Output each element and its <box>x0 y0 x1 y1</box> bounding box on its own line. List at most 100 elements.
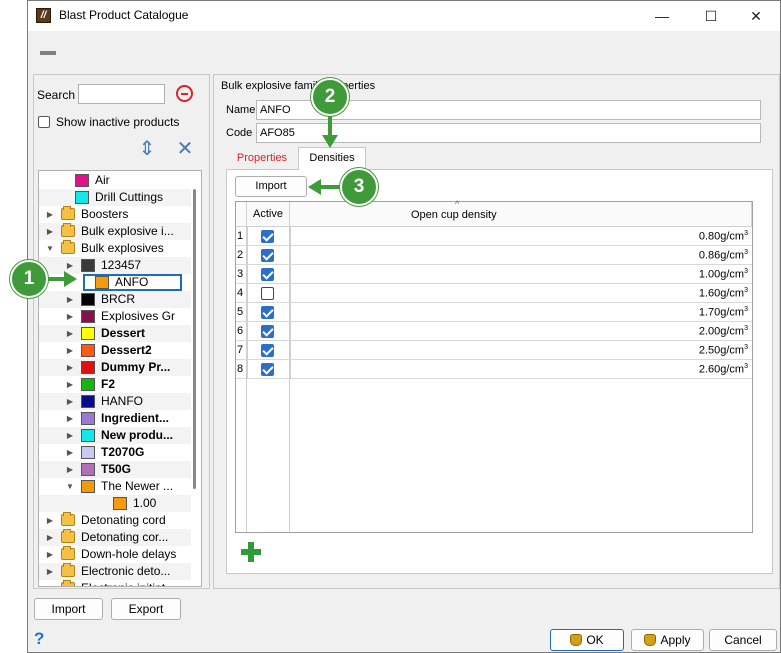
density-unit-exponent: 3 <box>744 268 748 275</box>
density-row[interactable]: 4 1.60g/cm3 <box>236 284 752 303</box>
open-cup-density-value[interactable]: 2.50g/cm3 <box>699 344 748 357</box>
collapsed-arrow-icon[interactable]: ▶ <box>65 393 75 410</box>
collapse-all-icon[interactable]: ✕ <box>174 136 196 162</box>
open-cup-density-value[interactable]: 2.60g/cm3 <box>699 363 748 376</box>
collapsed-arrow-icon[interactable]: ▶ <box>45 512 55 529</box>
tree-item[interactable]: ▶ Bulk explosive i... <box>39 223 191 240</box>
tree-item[interactable]: ▶ BRCR <box>39 291 191 308</box>
active-checkbox[interactable] <box>261 363 274 376</box>
collapsed-arrow-icon[interactable]: ▶ <box>65 359 75 376</box>
clear-search-icon[interactable] <box>176 85 193 102</box>
tree-item[interactable]: ▶ New produ... <box>39 427 191 444</box>
collapsed-arrow-icon[interactable]: ▶ <box>65 342 75 359</box>
collapsed-arrow-icon[interactable]: ▶ <box>65 291 75 308</box>
collapsed-arrow-icon[interactable]: ▶ <box>65 325 75 342</box>
density-row[interactable]: 1 0.80g/cm3 <box>236 227 752 246</box>
tab-densities[interactable]: Densities <box>298 147 366 170</box>
tree-item[interactable]: ▶ T50G <box>39 461 191 478</box>
active-checkbox[interactable] <box>261 344 274 357</box>
active-checkbox[interactable] <box>261 306 274 319</box>
expanded-arrow-icon[interactable]: ▼ <box>65 478 75 495</box>
active-checkbox[interactable] <box>261 287 274 300</box>
tree-item[interactable]: ▼ The Newer ... <box>39 478 191 495</box>
collapsed-arrow-icon[interactable]: ▶ <box>45 546 55 563</box>
color-swatch-icon <box>81 463 95 476</box>
folder-icon <box>61 563 75 577</box>
show-inactive-label: Show inactive products <box>56 115 180 129</box>
tree-item[interactable]: Drill Cuttings <box>39 189 191 206</box>
tree-item[interactable]: ▶ F2 <box>39 376 191 393</box>
product-tree[interactable]: Air Drill Cuttings ▶ Boosters ▶ Bulk explosiv… <box>38 170 202 587</box>
cancel-button[interactable]: Cancel <box>709 629 777 651</box>
collapsed-arrow-icon[interactable]: ▶ <box>65 410 75 427</box>
density-row[interactable]: 7 2.50g/cm3 <box>236 341 752 360</box>
active-checkbox[interactable] <box>261 325 274 338</box>
tree-item[interactable]: ▶ Electronic initiat... <box>39 580 191 586</box>
density-row[interactable]: 2 0.86g/cm3 <box>236 246 752 265</box>
add-density-icon[interactable] <box>241 542 261 562</box>
tree-item[interactable]: ▶ Dummy Pr... <box>39 359 191 376</box>
row-number: 8 <box>237 363 244 375</box>
tree-scrollbar[interactable] <box>193 189 196 489</box>
help-icon[interactable]: ? <box>34 629 44 649</box>
collapse-panel-handle[interactable] <box>40 51 56 55</box>
tree-item-label: Down-hole delays <box>81 547 177 561</box>
active-checkbox[interactable] <box>261 249 274 262</box>
collapsed-arrow-icon[interactable]: ▶ <box>65 376 75 393</box>
tree-item[interactable]: ▶ HANFO <box>39 393 191 410</box>
minimize-button[interactable]: — <box>640 3 684 29</box>
density-row[interactable]: 8 2.60g/cm3 <box>236 360 752 379</box>
expanded-arrow-icon[interactable]: ▼ <box>45 240 55 257</box>
collapsed-arrow-icon[interactable]: ▶ <box>45 580 55 586</box>
active-checkbox[interactable] <box>261 268 274 281</box>
collapsed-arrow-icon[interactable]: ▶ <box>65 461 75 478</box>
open-cup-density-value[interactable]: 0.86g/cm3 <box>699 249 748 262</box>
collapsed-arrow-icon[interactable]: ▶ <box>65 427 75 444</box>
collapsed-arrow-icon[interactable]: ▶ <box>65 444 75 461</box>
tree-item[interactable]: ▶ Boosters <box>39 206 191 223</box>
import-densities-button[interactable]: Import <box>235 176 307 197</box>
color-swatch-icon <box>81 378 95 391</box>
column-header-active[interactable]: Active <box>247 202 290 227</box>
collapsed-arrow-icon[interactable]: ▶ <box>45 529 55 546</box>
collapsed-arrow-icon[interactable]: ▶ <box>65 308 75 325</box>
import-products-button[interactable]: Import <box>34 598 103 620</box>
open-cup-density-value[interactable]: 1.60g/cm3 <box>699 287 748 300</box>
export-products-button[interactable]: Export <box>111 598 181 620</box>
tree-item[interactable]: ▶ Detonating cord <box>39 512 191 529</box>
density-row[interactable]: 5 1.70g/cm3 <box>236 303 752 322</box>
maximize-button[interactable]: ☐ <box>689 3 733 29</box>
tree-item[interactable]: ▶ Electronic deto... <box>39 563 191 580</box>
open-cup-density-value[interactable]: 0.80g/cm3 <box>699 230 748 243</box>
ok-button[interactable]: OK <box>550 629 624 651</box>
tree-item[interactable]: 1.00 <box>39 495 191 512</box>
folder-icon <box>61 580 75 586</box>
density-row[interactable]: 6 2.00g/cm3 <box>236 322 752 341</box>
tree-item[interactable]: ▶ T2070G <box>39 444 191 461</box>
density-row[interactable]: 3 1.00g/cm3 <box>236 265 752 284</box>
search-input[interactable] <box>78 84 165 104</box>
tab-properties[interactable]: Properties <box>231 148 293 169</box>
open-cup-density-value[interactable]: 1.70g/cm3 <box>699 306 748 319</box>
collapsed-arrow-icon[interactable]: ▶ <box>45 223 55 240</box>
collapsed-arrow-icon[interactable]: ▶ <box>45 206 55 223</box>
tree-item-label: 1.00 <box>133 496 157 510</box>
tree-item[interactable]: ▶ Dessert2 <box>39 342 191 359</box>
open-cup-density-value[interactable]: 1.00g/cm3 <box>699 268 748 281</box>
apply-button[interactable]: Apply <box>631 629 704 651</box>
tree-item[interactable]: ▶ Detonating cor... <box>39 529 191 546</box>
tree-item[interactable]: ▼ Bulk explosives <box>39 240 191 257</box>
density-number: 1.70 <box>698 306 721 319</box>
active-checkbox[interactable] <box>261 230 274 243</box>
tree-item[interactable]: ▶ 123457 <box>39 257 191 274</box>
tree-item[interactable]: ▶ Ingredient... <box>39 410 191 427</box>
show-inactive-checkbox[interactable] <box>38 116 50 128</box>
tree-item[interactable]: Air <box>39 172 191 189</box>
open-cup-density-value[interactable]: 2.00g/cm3 <box>699 325 748 338</box>
collapsed-arrow-icon[interactable]: ▶ <box>45 563 55 580</box>
expand-all-icon[interactable]: ⇕ <box>136 136 158 162</box>
tree-item[interactable]: ▶ Down-hole delays <box>39 546 191 563</box>
tree-item[interactable]: ▶ Dessert <box>39 325 191 342</box>
tree-item[interactable]: ▶ Explosives Gr <box>39 308 191 325</box>
close-window-button[interactable]: ✕ <box>734 3 778 29</box>
